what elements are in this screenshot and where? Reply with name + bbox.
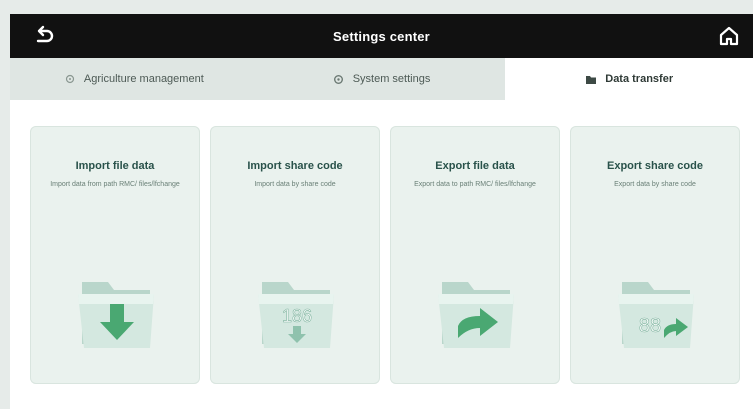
folder-code-import-icon: 186	[258, 282, 334, 348]
card-title: Export share code	[607, 160, 703, 172]
home-button[interactable]	[715, 22, 743, 50]
tab-bar: Agriculture management System settings D…	[10, 58, 753, 100]
tab-label: Agriculture management	[83, 73, 204, 85]
gear-icon	[333, 73, 345, 85]
back-button[interactable]	[30, 22, 58, 50]
page-title: Settings center	[333, 28, 430, 44]
home-icon	[719, 26, 739, 46]
card-description: Export data to path RMC/ files/lfchange	[414, 181, 536, 188]
tab-data-transfer[interactable]: Data transfer	[505, 58, 753, 100]
export-file-data-card[interactable]: Export file data Export data to path RMC…	[390, 126, 560, 384]
list-icon	[64, 73, 76, 85]
tab-label: System settings	[352, 73, 431, 85]
card-title: Import share code	[247, 160, 343, 172]
tab-label: Data transfer	[605, 73, 674, 85]
card-description: Import data by share code	[254, 181, 336, 188]
share-code-text: 88	[639, 315, 661, 337]
folder-export-icon	[438, 282, 514, 348]
folder-icon	[585, 73, 597, 85]
top-bar: Settings center	[10, 14, 753, 58]
tab-agriculture-management[interactable]: Agriculture management	[10, 58, 258, 100]
export-share-code-card[interactable]: Export share code Export data by share c…	[570, 126, 740, 384]
back-arrow-icon	[36, 25, 54, 43]
share-code-text: 186	[282, 306, 312, 326]
tab-system-settings[interactable]: System settings	[258, 58, 506, 100]
content-panel: Import file data Import data from path R…	[10, 100, 753, 409]
import-share-code-card[interactable]: Import share code Import data by share c…	[210, 126, 380, 384]
card-title: Import file data	[75, 160, 155, 172]
folder-code-export-icon: 88	[618, 282, 694, 348]
card-description: Import data from path RMC/ files/lfchang…	[50, 181, 180, 188]
card-title: Export file data	[435, 160, 515, 172]
import-file-data-card[interactable]: Import file data Import data from path R…	[30, 126, 200, 384]
card-description: Export data by share code	[614, 181, 696, 188]
folder-import-icon	[78, 282, 154, 348]
card-list: Import file data Import data from path R…	[30, 126, 753, 384]
